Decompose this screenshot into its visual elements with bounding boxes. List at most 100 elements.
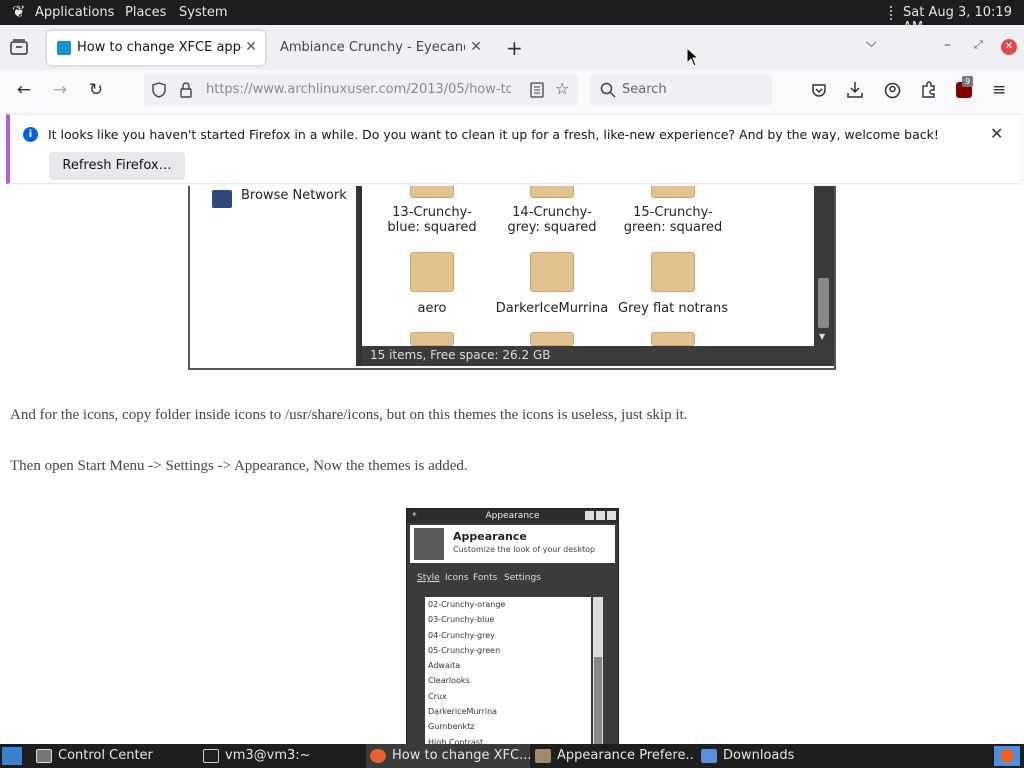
close-tab-icon[interactable]: ✕: [245, 39, 257, 55]
new-tab-icon[interactable]: +: [506, 36, 523, 60]
theme-item: 02-Crunchy-orange: [428, 600, 506, 609]
folder-icon: [530, 252, 574, 292]
theme-item: Adwaita: [428, 661, 461, 671]
lock-icon[interactable]: [180, 82, 192, 98]
file-manager-screenshot: Browse Network 13-Crunchy- blue: squared…: [188, 186, 836, 370]
bookmark-star-icon[interactable]: ☆: [555, 79, 569, 98]
control-center-icon: [36, 748, 52, 763]
folder-label: 13-Crunchy- blue: squared: [387, 205, 477, 235]
navigation-bar: ← → ↻ https://www.archlinuxuser.com/2013…: [0, 70, 1024, 111]
theme-list-scrollbar-thumb: [594, 657, 602, 744]
terminal-icon: [203, 748, 219, 763]
menu-icon[interactable]: ≡: [992, 80, 1006, 100]
taskbar-item-appearance[interactable]: Appearance Prefere...: [535, 744, 695, 768]
taskbar-label: Downloads: [723, 748, 795, 763]
theme-item: 03-Crunchy-blue: [428, 615, 495, 625]
theme-item: Crux: [428, 691, 447, 701]
info-icon: i: [23, 127, 38, 142]
tab-icons: Icons: [445, 573, 469, 583]
taskbar-label: Appearance Prefere...: [557, 748, 695, 763]
refresh-firefox-button[interactable]: Refresh Firefox…: [49, 152, 185, 180]
refresh-notification: i It looks like you haven't started Fire…: [6, 114, 1020, 184]
taskbar-label: vm3@vm3:~: [225, 748, 311, 763]
folder-icon: [410, 186, 454, 198]
network-icon: [212, 190, 232, 208]
tracking-shield-icon[interactable]: [152, 82, 166, 98]
appearance-icon: [535, 748, 551, 763]
account-icon[interactable]: [884, 82, 901, 99]
taskbar-label: How to change XFC...: [392, 748, 530, 763]
window-menu-icon: ✦: [411, 510, 418, 519]
theme-list: 02-Crunchy-orange 03-Crunchy-blue 04-Cru…: [425, 597, 591, 744]
gnome-foot-icon[interactable]: ❦: [12, 2, 25, 21]
appearance-heading: Appearance: [453, 530, 527, 543]
tab-fonts: Fonts: [473, 573, 498, 583]
forward-icon[interactable]: →: [48, 78, 72, 102]
folder-icon: [651, 332, 695, 346]
theme-item: Gurnbenktz: [428, 722, 475, 732]
system-menu[interactable]: System: [179, 5, 227, 20]
window-maximize-icon: [596, 511, 605, 520]
reload-icon[interactable]: ↻: [84, 78, 108, 102]
folder-label: DarkerIceMurrina: [495, 301, 609, 316]
file-manager-scrollbar: ▼: [814, 186, 834, 346]
url-bar[interactable]: https://www.archlinuxuser.com/2013/05/ho…: [144, 74, 578, 106]
taskbar-item-downloads[interactable]: Downloads: [701, 744, 861, 768]
taskbar-item-control-center[interactable]: Control Center: [36, 744, 196, 768]
restore-icon[interactable]: ⤢: [974, 38, 983, 52]
theme-item: 05-Crunchy-green: [428, 645, 501, 655]
notification-message: It looks like you haven't started Firefo…: [48, 127, 939, 142]
ublock-badge: 9: [962, 76, 974, 87]
folder-icon: [651, 252, 695, 292]
folder-icon: [701, 748, 717, 763]
extensions-icon[interactable]: [920, 81, 937, 99]
window-close-icon: [607, 511, 616, 520]
tab-settings: Settings: [504, 573, 541, 583]
folder-label: 15-Crunchy- green: squared: [623, 205, 723, 235]
theme-item: 04-Crunchy-grey: [428, 630, 495, 640]
file-manager-icon-view: 13-Crunchy- blue: squared 14-Crunchy- gr…: [368, 186, 814, 346]
taskbar-item-terminal[interactable]: vm3@vm3:~: [203, 744, 363, 768]
places-menu[interactable]: Places: [125, 5, 166, 20]
folder-icon: [410, 332, 454, 346]
close-window-icon[interactable]: ✕: [1001, 39, 1017, 55]
firefox-icon: [370, 748, 386, 763]
downloads-icon[interactable]: [847, 81, 863, 99]
search-icon: [600, 82, 616, 98]
folder-icon: [651, 186, 695, 198]
back-icon[interactable]: ←: [12, 78, 36, 102]
scroll-down-arrow-icon: ▼: [819, 332, 826, 341]
folder-icon: [530, 332, 574, 346]
minimize-icon[interactable]: –: [944, 37, 951, 53]
close-notification-icon[interactable]: ✕: [990, 124, 1003, 143]
theme-item: High Contrast: [428, 737, 484, 744]
show-desktop-icon[interactable]: [2, 747, 22, 765]
close-tab-icon[interactable]: ✕: [470, 39, 482, 55]
folder-icon: [530, 186, 574, 198]
file-manager-status: 15 items, Free space: 26.2 GB: [362, 346, 834, 366]
folder-label: aero: [417, 301, 447, 316]
firefox-mini-icon: [1000, 749, 1014, 763]
pocket-icon[interactable]: [811, 82, 827, 98]
browse-network-label: Browse Network: [241, 188, 347, 203]
tab-active[interactable]: How to change XFCE appea ✕: [47, 31, 265, 65]
taskbar-item-firefox[interactable]: How to change XFC...: [366, 744, 530, 768]
panel-handle-icon: [890, 6, 894, 20]
folder-label: 14-Crunchy- grey: squared: [507, 205, 597, 235]
appearance-subheading: Customize the look of your desktop: [453, 545, 596, 554]
bottom-panel: Control Center vm3@vm3:~ How to change X…: [0, 744, 1024, 768]
search-bar[interactable]: Search: [590, 74, 772, 106]
scrollbar-thumb: [818, 278, 829, 328]
tab-style: Style: [417, 573, 440, 583]
tab-title: Ambiance Crunchy - Eyecandy f: [280, 40, 465, 55]
firefox-view-icon[interactable]: [10, 39, 28, 55]
appearance-header: Appearance Customize the look of your de…: [410, 525, 615, 563]
url-text[interactable]: https://www.archlinuxuser.com/2013/05/ho…: [206, 82, 511, 97]
list-tabs-icon[interactable]: ⌵: [866, 35, 877, 51]
applications-menu[interactable]: Applications: [35, 5, 114, 20]
reader-view-icon[interactable]: [530, 82, 544, 98]
folder-icon: [410, 252, 454, 292]
appearance-dialog-screenshot: Appearance ✦ Appearance Customize the lo…: [406, 508, 619, 744]
workspace-switcher[interactable]: [994, 746, 1020, 766]
tab-inactive[interactable]: Ambiance Crunchy - Eyecandy f ✕: [272, 31, 490, 65]
